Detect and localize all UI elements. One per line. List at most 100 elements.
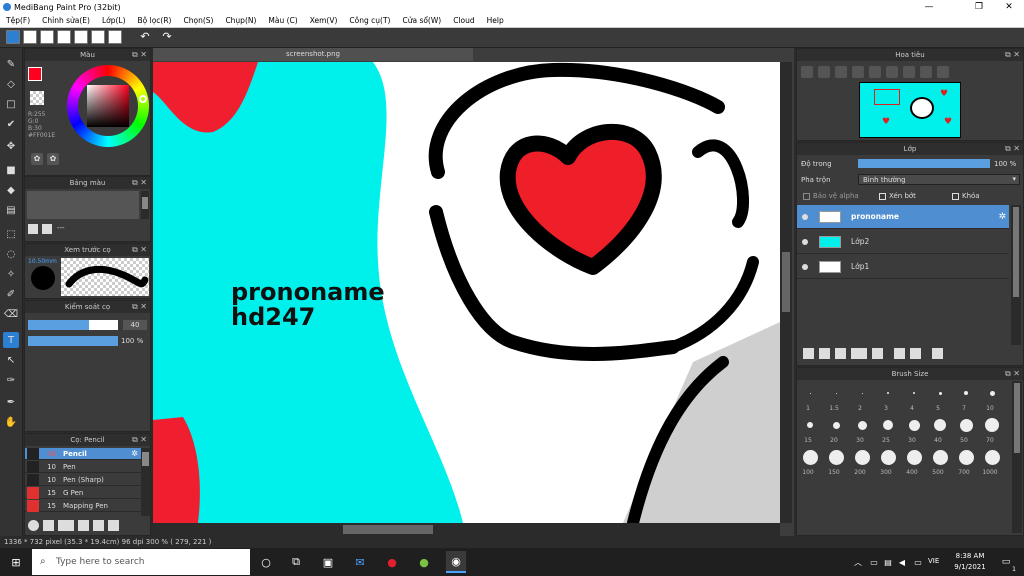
brush-size-option[interactable]: 7 <box>951 405 977 412</box>
new-palette-icon[interactable] <box>28 224 38 234</box>
brush-folder-icon[interactable] <box>93 520 104 531</box>
close-icon[interactable]: ⧉ ✕ <box>1005 49 1020 61</box>
palette-scrollbar[interactable] <box>141 191 149 219</box>
brush-size-option[interactable]: 500 <box>925 469 951 476</box>
menu-cloud[interactable]: Cloud <box>447 16 480 25</box>
menu-color[interactable]: Màu (C) <box>262 16 303 25</box>
merge-layer-icon[interactable] <box>910 348 921 359</box>
menu-edit[interactable]: Chỉnh sửa(E) <box>36 16 96 25</box>
close-icon[interactable]: ⧉ ✕ <box>132 244 147 256</box>
document-icon[interactable] <box>91 30 105 44</box>
actual-size-icon[interactable] <box>869 66 881 78</box>
brush-size-dot[interactable] <box>861 392 863 394</box>
gear-icon[interactable]: ✲ <box>998 212 1006 222</box>
undo-icon[interactable]: ↶ <box>138 30 152 44</box>
brush-size-scrollbar[interactable] <box>1012 381 1022 533</box>
brush-size-dot[interactable] <box>934 419 946 431</box>
hand-tool-icon[interactable]: ✋ <box>3 414 19 430</box>
minimize-button[interactable]: — <box>916 0 942 14</box>
comment-icon[interactable] <box>40 30 54 44</box>
brush-size-option[interactable]: 4 <box>899 405 925 412</box>
menu-view[interactable]: Xem(V) <box>304 16 344 25</box>
cortana-icon[interactable]: ○ <box>258 554 274 570</box>
notification-icon[interactable]: ▭ 1 <box>998 554 1016 573</box>
brush-size-option[interactable]: 50 <box>951 437 977 444</box>
close-button[interactable]: ✕ <box>996 0 1022 14</box>
saturation-square[interactable] <box>87 85 129 127</box>
foreground-color-swatch[interactable] <box>28 67 42 81</box>
magic-wand-icon[interactable]: ✧ <box>3 266 19 282</box>
select-eraser-icon[interactable]: ⌫ <box>3 306 19 322</box>
text-tool-icon[interactable]: T <box>3 332 19 348</box>
bucket-icon[interactable]: ◆ <box>3 182 19 198</box>
close-icon[interactable]: ⧉ ✕ <box>132 49 147 61</box>
brush-size-option[interactable]: 400 <box>899 469 925 476</box>
brush-size-option[interactable]: 1.5 <box>821 405 847 412</box>
transparent-swatch[interactable] <box>30 91 44 105</box>
delete-palette-icon[interactable] <box>42 224 52 234</box>
brush-size-value[interactable]: 40 <box>123 320 147 330</box>
brush-size-dot[interactable] <box>828 449 844 465</box>
brush-tool-icon[interactable]: ✎ <box>3 56 19 72</box>
app-icon[interactable]: ● <box>416 554 432 570</box>
menu-file[interactable]: Tệp(F) <box>0 16 36 25</box>
windows-start-icon[interactable]: ⊞ <box>8 554 24 570</box>
chevron-up-icon[interactable]: ︿ <box>850 554 866 570</box>
brush-size-dot[interactable] <box>832 421 840 429</box>
brush-size-option[interactable]: 30 <box>899 437 925 444</box>
brush-list-scrollbar[interactable] <box>141 448 150 516</box>
cloud-icon[interactable] <box>6 30 20 44</box>
brush-size-option[interactable]: 5 <box>925 405 951 412</box>
menu-layer[interactable]: Lớp(L) <box>96 16 132 25</box>
brush-size-slider[interactable] <box>28 320 118 330</box>
eyedropper-icon[interactable]: ✑ <box>3 372 19 388</box>
brush-size-option[interactable]: 700 <box>951 469 977 476</box>
speech-bubble-icon[interactable] <box>57 30 71 44</box>
clipping-checkbox[interactable] <box>879 193 886 200</box>
close-icon[interactable]: ⧉ ✕ <box>132 301 147 313</box>
brush-item[interactable]: 15 Mapping Pen <box>25 499 141 512</box>
brush-size-dot[interactable] <box>938 391 942 395</box>
lasso-icon[interactable]: ◌ <box>3 246 19 262</box>
eraser-tool-icon[interactable]: ◇ <box>3 76 19 92</box>
move-tool-icon[interactable]: ✥ <box>3 138 19 154</box>
rotate-icon[interactable] <box>886 66 898 78</box>
maximize-button[interactable]: ❐ <box>966 0 992 14</box>
add-layer-dropdown-icon[interactable] <box>851 348 867 359</box>
brush-size-dot[interactable] <box>958 449 974 465</box>
brush-size-option[interactable]: 25 <box>873 437 899 444</box>
brush-item[interactable]: 40 Pencil ✲ <box>25 448 141 460</box>
brush-opacity-slider[interactable] <box>28 336 118 346</box>
menu-filter[interactable]: Bộ lọc(R) <box>132 16 178 25</box>
brush-size-dot[interactable] <box>880 449 896 465</box>
menu-tools[interactable]: Công cụ(T) <box>343 16 396 25</box>
grid-icon[interactable] <box>108 30 122 44</box>
brush-size-option[interactable]: 20 <box>821 437 847 444</box>
new-8bit-layer-icon[interactable] <box>835 348 846 359</box>
layer-list-scrollbar[interactable] <box>1011 205 1021 345</box>
navigator-thumbnail[interactable]: ♥ ♥ ♥ <box>859 82 961 138</box>
menu-select[interactable]: Chọn(S) <box>177 16 219 25</box>
brush-size-dot[interactable] <box>932 449 948 465</box>
store-icon[interactable]: ▣ <box>320 554 336 570</box>
language-indicator[interactable]: VIE <box>928 557 939 565</box>
brush-size-dot[interactable] <box>906 449 922 465</box>
folder-icon[interactable] <box>872 348 883 359</box>
brush-size-dot[interactable] <box>854 449 870 465</box>
brush-size-dot[interactable] <box>887 392 889 394</box>
close-icon[interactable]: ⧉ ✕ <box>132 434 147 446</box>
canvas-horizontal-scrollbar[interactable] <box>153 523 780 536</box>
zoom-in-icon[interactable] <box>818 66 830 78</box>
hue-handle[interactable] <box>139 95 147 103</box>
brush-size-dot[interactable] <box>984 449 1000 465</box>
brush-size-dot[interactable] <box>857 420 867 430</box>
brush-size-option[interactable]: 200 <box>847 469 873 476</box>
layer-item[interactable]: prononame ✲ <box>797 205 1009 229</box>
task-view-icon[interactable]: ⧉ <box>288 554 304 570</box>
color-picker-icon[interactable]: ✿ <box>47 153 59 165</box>
lock-checkbox[interactable] <box>952 193 959 200</box>
close-icon[interactable]: ⧉ ✕ <box>1005 368 1020 380</box>
menu-window[interactable]: Cửa sổ(W) <box>396 16 447 25</box>
battery-icon[interactable]: ▭ <box>910 554 926 570</box>
taskbar-clock[interactable]: 8:38 AM 9/1/2021 <box>950 551 990 573</box>
